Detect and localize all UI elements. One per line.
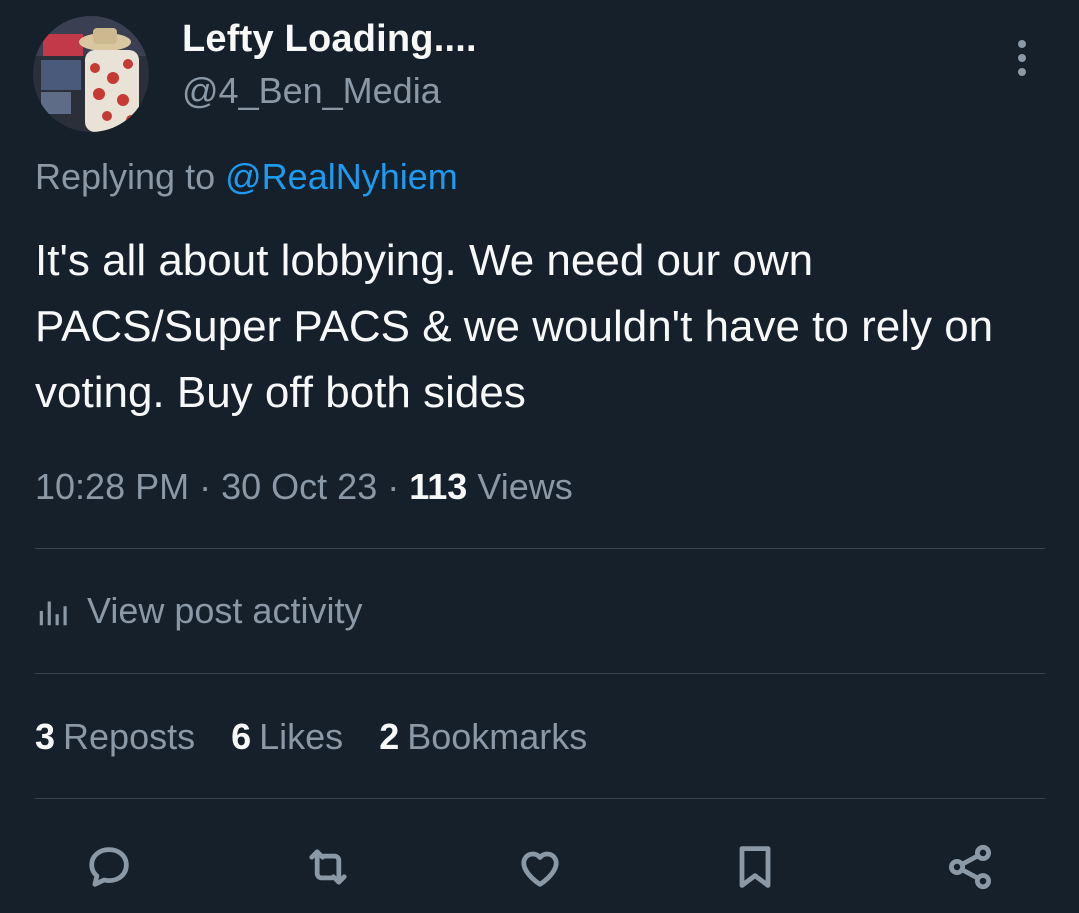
replying-to: Replying to @RealNyhiem [35, 156, 458, 198]
analytics-icon [39, 601, 67, 626]
divider [35, 798, 1045, 799]
reply-button[interactable] [74, 832, 144, 902]
avatar-image [33, 16, 149, 132]
dot [1018, 40, 1026, 48]
dot [1018, 54, 1026, 62]
repost-icon [309, 849, 347, 885]
repost-button[interactable] [293, 832, 363, 902]
reposts-label: Reposts [63, 716, 196, 757]
like-button[interactable] [505, 832, 575, 902]
likes-count: 6 [231, 716, 252, 757]
views-count: 113 [409, 466, 468, 507]
tweet-time[interactable]: 10:28 PM [35, 466, 189, 507]
views-label: Views [477, 466, 573, 507]
separator: · [387, 466, 400, 507]
avatar[interactable] [33, 16, 149, 132]
reposts-count: 3 [35, 716, 56, 757]
action-bar [0, 832, 1079, 902]
separator: · [199, 466, 212, 507]
engagement-stats: 3 Reposts 6 Likes 2 Bookmarks [35, 716, 587, 758]
more-options-icon[interactable] [1000, 32, 1044, 84]
tweet-header: Lefty Loading.... @4_Ben_Media [0, 0, 1079, 140]
share-button[interactable] [935, 832, 1005, 902]
divider [35, 548, 1045, 549]
dot [1018, 68, 1026, 76]
likes-label: Likes [259, 716, 344, 757]
like-icon [521, 851, 559, 887]
reply-mention-link[interactable]: @RealNyhiem [225, 156, 458, 197]
bookmarks-count: 2 [379, 716, 400, 757]
reply-prefix: Replying to [35, 156, 216, 197]
bookmark-button[interactable] [720, 832, 790, 902]
author-handle[interactable]: @4_Ben_Media [182, 70, 441, 112]
share-icon [948, 844, 992, 890]
likes-stat[interactable]: 6 Likes [231, 716, 343, 758]
bookmarks-label: Bookmarks [407, 716, 588, 757]
tweet-meta: 10:28 PM · 30 Oct 23 · 113 Views [35, 466, 573, 508]
tweet-date[interactable]: 30 Oct 23 [221, 466, 377, 507]
divider [35, 673, 1045, 674]
reposts-stat[interactable]: 3 Reposts [35, 716, 195, 758]
bookmark-icon [739, 846, 771, 888]
tweet-text: It's all about lobbying. We need our own… [35, 236, 994, 417]
author-name[interactable]: Lefty Loading.... [182, 18, 477, 61]
view-activity-label: View post activity [87, 590, 363, 631]
view-activity-button[interactable]: View post activity [35, 590, 362, 632]
reply-icon [89, 847, 129, 887]
bookmarks-stat[interactable]: 2 Bookmarks [379, 716, 587, 758]
